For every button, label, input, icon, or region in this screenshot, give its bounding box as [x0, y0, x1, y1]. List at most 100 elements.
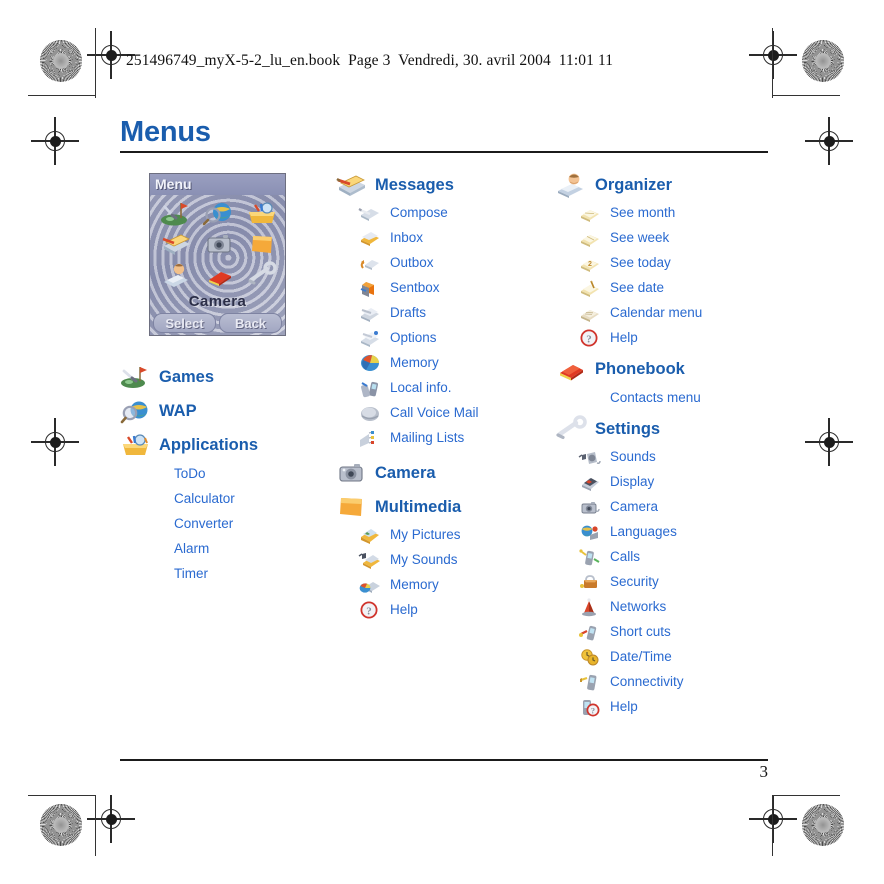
menu-item-label: Help	[610, 699, 638, 714]
menu-item-label: Calls	[610, 549, 641, 564]
inbox-icon	[358, 227, 382, 249]
menu-item-phone-help[interactable]: ? Help	[556, 694, 768, 719]
menu-item-label: Calculator	[174, 491, 235, 506]
date-time-icon	[578, 646, 602, 668]
menu-item-label: See week	[610, 230, 670, 245]
registration-mark-left-upper	[31, 117, 79, 165]
menu-item-calendar-menu[interactable]: Calendar menu	[556, 300, 768, 325]
grid-organizer-icon[interactable]	[159, 261, 193, 289]
menu-item-sounds[interactable]: Sounds	[556, 444, 768, 469]
menu-item-calls[interactable]: Calls	[556, 544, 768, 569]
registration-mark-bottom-right	[749, 795, 797, 843]
multimedia-icon	[336, 494, 366, 520]
menu-item-calculator[interactable]: Calculator	[120, 486, 335, 511]
column-right: Organizer See month See week 2 See today	[556, 168, 768, 719]
menu-heading-label: Settings	[595, 419, 661, 438]
menu-item-label: Security	[610, 574, 659, 589]
grid-settings-icon[interactable]	[245, 261, 279, 289]
menu-item-timer[interactable]: Timer	[120, 561, 335, 586]
menu-item-label: Languages	[610, 524, 677, 539]
phone-selected-label: Camera	[188, 293, 247, 310]
menu-item-inbox[interactable]: Inbox	[336, 225, 554, 250]
menu-item-todo[interactable]: ToDo	[120, 460, 335, 486]
menu-heading-applications[interactable]: Applications	[120, 430, 335, 460]
menu-heading-multimedia[interactable]: Multimedia	[336, 492, 554, 522]
menu-item-networks[interactable]: Networks	[556, 594, 768, 619]
menu-item-contacts-menu[interactable]: Contacts menu	[556, 384, 768, 410]
menu-item-label: Call Voice Mail	[390, 405, 479, 420]
menu-item-drafts[interactable]: Drafts	[336, 300, 554, 325]
settings-icon	[556, 415, 587, 442]
menu-item-local-info[interactable]: Local info.	[336, 375, 554, 400]
camera-settings-icon	[578, 496, 602, 518]
menu-item-my-sounds[interactable]: My Sounds	[336, 547, 554, 572]
menu-item-label: See month	[610, 205, 676, 220]
group-wap: WAP	[120, 396, 335, 426]
menu-item-call-voice-mail[interactable]: Call Voice Mail	[336, 400, 554, 425]
menu-heading-phonebook[interactable]: Phonebook	[556, 354, 768, 384]
menu-item-help[interactable]: ? Help	[336, 597, 554, 622]
menu-heading-organizer[interactable]: Organizer	[556, 170, 768, 200]
grid-messages-icon[interactable]	[159, 230, 193, 258]
softkey-select[interactable]: Select	[153, 313, 216, 333]
running-head: 251496749_myX-5-2_lu_en.book Page 3 Vend…	[126, 52, 614, 69]
help-icon: ?	[578, 327, 602, 349]
menu-item-see-date[interactable]: See date	[556, 275, 768, 300]
mailing-lists-icon	[358, 427, 382, 449]
registration-mark-right-upper	[805, 117, 853, 165]
menu-heading-wap[interactable]: WAP	[120, 396, 335, 426]
menu-item-sentbox[interactable]: Sentbox	[336, 275, 554, 300]
menu-item-date-time[interactable]: Date/Time	[556, 644, 768, 669]
menu-item-connectivity[interactable]: Connectivity	[556, 669, 768, 694]
grid-camera-icon[interactable]	[202, 230, 236, 258]
menu-item-label: Alarm	[174, 541, 210, 556]
softkey-back[interactable]: Back	[219, 313, 282, 333]
grid-wap-icon[interactable]	[202, 199, 236, 227]
menu-heading-settings[interactable]: Settings	[556, 414, 768, 444]
column-left: Menu Camera Select Back Games WAP Applic…	[120, 168, 335, 586]
trim-line-right	[772, 28, 773, 98]
menu-item-memory[interactable]: Memory	[336, 350, 554, 375]
document-page: Menus Menu Camera Select Back Games WAP …	[96, 96, 788, 796]
menu-item-options[interactable]: Options	[336, 325, 554, 350]
menu-item-outbox[interactable]: Outbox	[336, 250, 554, 275]
menu-item-short-cuts[interactable]: Short cuts	[556, 619, 768, 644]
group-phonebook: Phonebook Contacts menu	[556, 354, 768, 410]
menu-item-see-week[interactable]: See week	[556, 225, 768, 250]
trim-line-bottom-left	[28, 795, 96, 796]
menu-heading-games[interactable]: Games	[120, 362, 335, 392]
menu-item-my-pictures[interactable]: My Pictures	[336, 522, 554, 547]
menu-item-see-today[interactable]: 2 See today	[556, 250, 768, 275]
menu-item-converter[interactable]: Converter	[120, 511, 335, 536]
menu-item-compose[interactable]: Compose	[336, 200, 554, 225]
connectivity-icon	[578, 671, 602, 693]
grid-applications-icon[interactable]	[245, 199, 279, 227]
group-organizer: Organizer See month See week 2 See today	[556, 170, 768, 350]
menu-item-label: Drafts	[390, 305, 427, 320]
menu-item-display[interactable]: Display	[556, 469, 768, 494]
organizer-icon	[556, 172, 586, 198]
trim-line-left	[95, 28, 96, 98]
menu-heading-camera[interactable]: Camera	[336, 458, 554, 488]
grid-games-icon[interactable]	[159, 199, 193, 227]
grid-phonebook-icon[interactable]	[202, 261, 236, 289]
menu-item-see-month[interactable]: See month	[556, 200, 768, 225]
menu-item-languages[interactable]: Languages	[556, 519, 768, 544]
networks-icon	[578, 596, 602, 618]
group-multimedia: Multimedia My Pictures My Sounds Memory	[336, 492, 554, 622]
menu-heading-messages[interactable]: Messages	[336, 170, 554, 200]
menu-item-memory[interactable]: Memory	[336, 572, 554, 597]
menu-item-alarm[interactable]: Alarm	[120, 536, 335, 561]
menu-item-help[interactable]: ? Help	[556, 325, 768, 350]
phonebook-icon	[556, 356, 586, 382]
menu-item-camera-settings[interactable]: Camera	[556, 494, 768, 519]
trim-line-top-left	[28, 95, 96, 96]
sounds-icon	[578, 446, 602, 468]
menu-item-label: Camera	[610, 499, 659, 514]
grid-multimedia-icon[interactable]	[245, 230, 279, 258]
wap-icon	[120, 398, 150, 424]
menu-item-mailing-lists[interactable]: Mailing Lists	[336, 425, 554, 450]
display-icon	[578, 471, 602, 493]
print-starburst-bottom-right	[802, 804, 844, 846]
menu-item-security[interactable]: Security	[556, 569, 768, 594]
